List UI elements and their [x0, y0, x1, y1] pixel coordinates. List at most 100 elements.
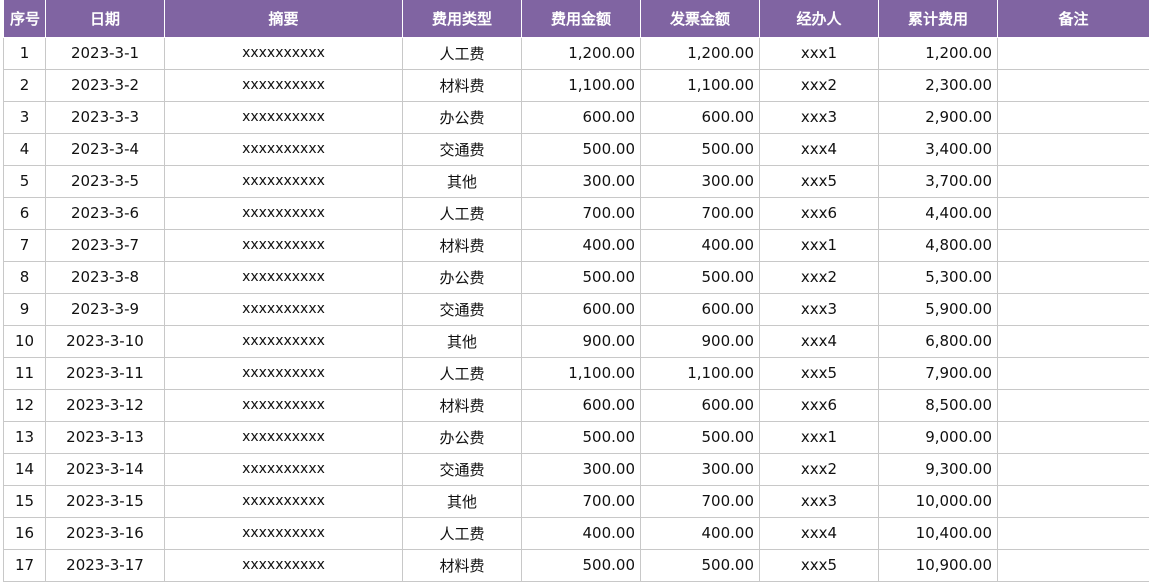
cell-handler[interactable]: xxx5: [759, 164, 879, 198]
cell-no[interactable]: 5: [3, 164, 46, 198]
cell-summary[interactable]: xxxxxxxxxx: [164, 420, 403, 454]
cell-handler[interactable]: xxx6: [759, 196, 879, 230]
cell-no[interactable]: 16: [3, 516, 46, 550]
cell-handler[interactable]: xxx3: [759, 292, 879, 326]
cell-expense-amount[interactable]: 300.00: [521, 452, 641, 486]
cell-date[interactable]: 2023-3-17: [45, 548, 165, 582]
cell-no[interactable]: 9: [3, 292, 46, 326]
cell-expense-amount[interactable]: 900.00: [521, 324, 641, 358]
cell-date[interactable]: 2023-3-13: [45, 420, 165, 454]
header-remark[interactable]: 备注: [997, 0, 1149, 38]
cell-no[interactable]: 12: [3, 388, 46, 422]
cell-date[interactable]: 2023-3-6: [45, 196, 165, 230]
cell-remark[interactable]: [997, 196, 1149, 230]
cell-remark[interactable]: [997, 164, 1149, 198]
cell-no[interactable]: 7: [3, 228, 46, 262]
cell-no[interactable]: 2: [3, 68, 46, 102]
cell-summary[interactable]: xxxxxxxxxx: [164, 292, 403, 326]
cell-expense-type[interactable]: 交通费: [402, 452, 522, 486]
cell-cumulative[interactable]: 2,900.00: [878, 100, 998, 134]
cell-cumulative[interactable]: 3,400.00: [878, 132, 998, 166]
cell-date[interactable]: 2023-3-10: [45, 324, 165, 358]
cell-invoice-amount[interactable]: 500.00: [640, 260, 760, 294]
cell-expense-amount[interactable]: 500.00: [521, 420, 641, 454]
cell-summary[interactable]: xxxxxxxxxx: [164, 100, 403, 134]
cell-handler[interactable]: xxx6: [759, 388, 879, 422]
cell-no[interactable]: 4: [3, 132, 46, 166]
cell-expense-amount[interactable]: 1,100.00: [521, 68, 641, 102]
cell-cumulative[interactable]: 10,400.00: [878, 516, 998, 550]
cell-expense-type[interactable]: 办公费: [402, 420, 522, 454]
cell-handler[interactable]: xxx1: [759, 36, 879, 70]
cell-cumulative[interactable]: 8,500.00: [878, 388, 998, 422]
cell-cumulative[interactable]: 7,900.00: [878, 356, 998, 390]
cell-expense-amount[interactable]: 700.00: [521, 196, 641, 230]
cell-remark[interactable]: [997, 484, 1149, 518]
cell-summary[interactable]: xxxxxxxxxx: [164, 132, 403, 166]
cell-cumulative[interactable]: 5,900.00: [878, 292, 998, 326]
cell-remark[interactable]: [997, 388, 1149, 422]
cell-handler[interactable]: xxx3: [759, 100, 879, 134]
cell-expense-amount[interactable]: 600.00: [521, 388, 641, 422]
cell-invoice-amount[interactable]: 300.00: [640, 452, 760, 486]
cell-remark[interactable]: [997, 452, 1149, 486]
cell-summary[interactable]: xxxxxxxxxx: [164, 228, 403, 262]
cell-expense-amount[interactable]: 600.00: [521, 292, 641, 326]
cell-invoice-amount[interactable]: 400.00: [640, 228, 760, 262]
cell-handler[interactable]: xxx1: [759, 228, 879, 262]
cell-handler[interactable]: xxx5: [759, 356, 879, 390]
cell-remark[interactable]: [997, 292, 1149, 326]
cell-remark[interactable]: [997, 132, 1149, 166]
cell-expense-type[interactable]: 材料费: [402, 548, 522, 582]
cell-remark[interactable]: [997, 36, 1149, 70]
cell-no[interactable]: 6: [3, 196, 46, 230]
cell-summary[interactable]: xxxxxxxxxx: [164, 164, 403, 198]
cell-cumulative[interactable]: 9,300.00: [878, 452, 998, 486]
cell-expense-type[interactable]: 材料费: [402, 228, 522, 262]
cell-remark[interactable]: [997, 100, 1149, 134]
cell-expense-amount[interactable]: 700.00: [521, 484, 641, 518]
cell-cumulative[interactable]: 4,400.00: [878, 196, 998, 230]
cell-expense-amount[interactable]: 1,200.00: [521, 36, 641, 70]
header-handler[interactable]: 经办人: [759, 0, 879, 38]
cell-handler[interactable]: xxx2: [759, 260, 879, 294]
cell-summary[interactable]: xxxxxxxxxx: [164, 196, 403, 230]
cell-handler[interactable]: xxx3: [759, 484, 879, 518]
cell-date[interactable]: 2023-3-15: [45, 484, 165, 518]
cell-summary[interactable]: xxxxxxxxxx: [164, 516, 403, 550]
cell-no[interactable]: 11: [3, 356, 46, 390]
cell-expense-type[interactable]: 材料费: [402, 388, 522, 422]
cell-summary[interactable]: xxxxxxxxxx: [164, 68, 403, 102]
header-expense-amount[interactable]: 费用金额: [521, 0, 641, 38]
cell-cumulative[interactable]: 6,800.00: [878, 324, 998, 358]
cell-invoice-amount[interactable]: 500.00: [640, 548, 760, 582]
cell-expense-amount[interactable]: 400.00: [521, 516, 641, 550]
cell-expense-amount[interactable]: 600.00: [521, 100, 641, 134]
cell-date[interactable]: 2023-3-9: [45, 292, 165, 326]
cell-expense-type[interactable]: 交通费: [402, 292, 522, 326]
cell-remark[interactable]: [997, 516, 1149, 550]
cell-cumulative[interactable]: 2,300.00: [878, 68, 998, 102]
cell-invoice-amount[interactable]: 1,100.00: [640, 356, 760, 390]
cell-invoice-amount[interactable]: 900.00: [640, 324, 760, 358]
cell-handler[interactable]: xxx2: [759, 452, 879, 486]
cell-no[interactable]: 8: [3, 260, 46, 294]
cell-invoice-amount[interactable]: 1,200.00: [640, 36, 760, 70]
cell-expense-type[interactable]: 其他: [402, 484, 522, 518]
cell-no[interactable]: 3: [3, 100, 46, 134]
cell-cumulative[interactable]: 5,300.00: [878, 260, 998, 294]
cell-date[interactable]: 2023-3-12: [45, 388, 165, 422]
cell-summary[interactable]: xxxxxxxxxx: [164, 484, 403, 518]
cell-invoice-amount[interactable]: 600.00: [640, 388, 760, 422]
cell-date[interactable]: 2023-3-8: [45, 260, 165, 294]
cell-expense-amount[interactable]: 1,100.00: [521, 356, 641, 390]
cell-remark[interactable]: [997, 68, 1149, 102]
cell-date[interactable]: 2023-3-14: [45, 452, 165, 486]
cell-handler[interactable]: xxx5: [759, 548, 879, 582]
header-date[interactable]: 日期: [45, 0, 165, 38]
cell-date[interactable]: 2023-3-3: [45, 100, 165, 134]
cell-expense-type[interactable]: 人工费: [402, 196, 522, 230]
cell-expense-type[interactable]: 人工费: [402, 516, 522, 550]
cell-date[interactable]: 2023-3-11: [45, 356, 165, 390]
cell-summary[interactable]: xxxxxxxxxx: [164, 388, 403, 422]
